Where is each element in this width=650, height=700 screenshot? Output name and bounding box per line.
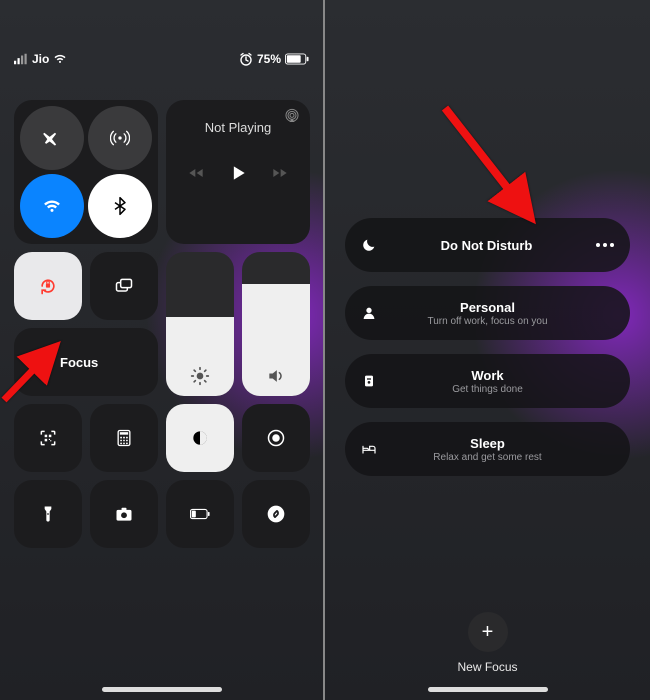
shazam-icon bbox=[266, 504, 286, 524]
camera-button[interactable] bbox=[90, 480, 158, 548]
low-power-button[interactable] bbox=[166, 480, 234, 548]
airplay-icon[interactable] bbox=[284, 108, 300, 124]
calculator-button[interactable] bbox=[90, 404, 158, 472]
airplane-mode-button[interactable] bbox=[20, 106, 84, 170]
plus-icon: + bbox=[468, 612, 508, 652]
home-indicator[interactable] bbox=[428, 687, 548, 692]
bluetooth-icon bbox=[110, 196, 130, 216]
connectivity-group bbox=[14, 100, 158, 244]
dark-mode-icon bbox=[190, 428, 210, 448]
low-power-icon bbox=[190, 504, 210, 524]
orientation-lock-icon bbox=[38, 276, 58, 296]
focus-mode-subtitle: Relax and get some rest bbox=[433, 452, 541, 463]
focus-mode-sleep[interactable]: Sleep Relax and get some rest bbox=[345, 422, 630, 476]
camera-icon bbox=[114, 504, 134, 524]
bluetooth-button[interactable] bbox=[88, 174, 152, 238]
brightness-icon bbox=[190, 366, 210, 386]
focus-mode-subtitle: Turn off work, focus on you bbox=[427, 316, 547, 327]
qr-scanner-button[interactable] bbox=[14, 404, 82, 472]
previous-track-icon[interactable] bbox=[188, 165, 204, 181]
focus-mode-label: Sleep bbox=[470, 436, 505, 451]
focus-mode-work[interactable]: Work Get things done bbox=[345, 354, 630, 408]
status-bar: Jio 75% bbox=[14, 52, 309, 66]
home-indicator[interactable] bbox=[102, 687, 222, 692]
screen-record-button[interactable] bbox=[242, 404, 310, 472]
control-center-screenshot: Jio 75% Not Playing bbox=[0, 0, 325, 700]
focus-modes-screenshot: Do Not Disturb Personal Turn off work, f… bbox=[325, 0, 650, 700]
next-track-icon[interactable] bbox=[272, 165, 288, 181]
focus-label: Focus bbox=[60, 355, 98, 370]
new-focus-label: New Focus bbox=[457, 660, 517, 674]
screen-mirror-button[interactable] bbox=[90, 252, 158, 320]
focus-mode-subtitle: Get things done bbox=[452, 384, 523, 395]
cellular-icon bbox=[110, 128, 130, 148]
qr-icon bbox=[38, 428, 58, 448]
screen-record-icon bbox=[266, 428, 286, 448]
airplane-icon bbox=[42, 128, 62, 148]
battery-icon bbox=[285, 53, 309, 65]
play-icon[interactable] bbox=[228, 163, 248, 183]
new-focus-button[interactable]: + New Focus bbox=[325, 612, 650, 674]
volume-slider[interactable] bbox=[242, 252, 310, 396]
calculator-icon bbox=[114, 428, 134, 448]
more-options-button[interactable] bbox=[596, 243, 614, 247]
status-bar-right: 75% bbox=[239, 52, 309, 66]
flashlight-icon bbox=[38, 504, 58, 524]
orientation-lock-button[interactable] bbox=[14, 252, 82, 320]
focus-mode-label: Work bbox=[471, 368, 503, 383]
focus-mode-do-not-disturb[interactable]: Do Not Disturb bbox=[345, 218, 630, 272]
carrier-label: Jio bbox=[32, 52, 49, 66]
alarm-icon bbox=[239, 52, 253, 66]
moon-icon bbox=[28, 352, 48, 372]
flashlight-button[interactable] bbox=[14, 480, 82, 548]
wifi-button[interactable] bbox=[20, 174, 84, 238]
dark-mode-button[interactable] bbox=[166, 404, 234, 472]
cellular-data-button[interactable] bbox=[88, 106, 152, 170]
screen-mirror-icon bbox=[114, 276, 134, 296]
shazam-button[interactable] bbox=[242, 480, 310, 548]
status-bar-left: Jio bbox=[14, 52, 67, 66]
focus-mode-label: Do Not Disturb bbox=[441, 238, 533, 253]
battery-percent: 75% bbox=[257, 52, 281, 66]
wifi-icon bbox=[42, 196, 62, 216]
bed-icon bbox=[361, 441, 377, 457]
badge-icon bbox=[361, 373, 377, 389]
focus-mode-personal[interactable]: Personal Turn off work, focus on you bbox=[345, 286, 630, 340]
brightness-slider[interactable] bbox=[166, 252, 234, 396]
media-title: Not Playing bbox=[205, 120, 271, 135]
signal-icon bbox=[14, 52, 28, 66]
wifi-status-icon bbox=[53, 52, 67, 66]
media-controls[interactable]: Not Playing bbox=[166, 100, 310, 244]
focus-button[interactable]: Focus bbox=[14, 328, 158, 396]
volume-icon bbox=[266, 366, 286, 386]
moon-icon bbox=[361, 237, 377, 253]
focus-modes-list: Do Not Disturb Personal Turn off work, f… bbox=[345, 218, 630, 476]
focus-mode-label: Personal bbox=[460, 300, 515, 315]
control-center-grid: Not Playing Focus bbox=[14, 100, 309, 548]
person-icon bbox=[361, 305, 377, 321]
